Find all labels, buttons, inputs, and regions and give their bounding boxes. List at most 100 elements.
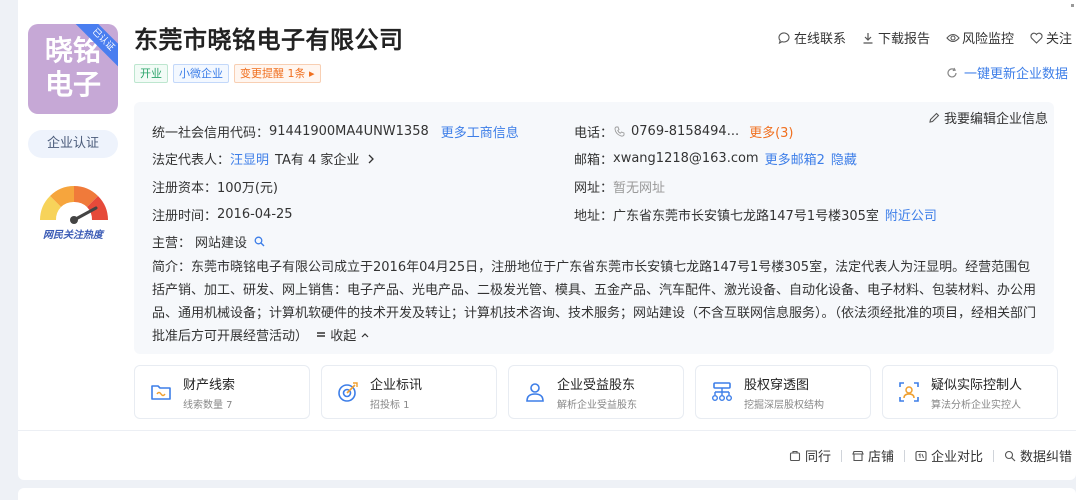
store-icon xyxy=(852,450,864,462)
website-row: 网址： 暂无网址 xyxy=(574,177,665,196)
footer-links: 同行 店铺 企业对比 数据纠错 xyxy=(789,446,1072,465)
collapse-label: 收起 xyxy=(330,329,357,344)
next-card-edge xyxy=(18,488,1076,500)
pencil-icon xyxy=(928,112,940,124)
online-contact-button[interactable]: 在线联系 xyxy=(778,28,846,47)
hide-emails-link[interactable]: 隐藏 xyxy=(831,149,857,168)
collapse-button[interactable]: 收起 xyxy=(316,329,370,344)
compare-label: 企业对比 xyxy=(930,450,983,465)
feature-title: 财产线索 xyxy=(183,378,236,393)
header-actions: 在线联系 下载报告 风险监控 关注 xyxy=(778,28,1072,47)
chevron-right-icon xyxy=(365,153,377,165)
main-business-label: 主营： xyxy=(152,236,192,251)
target-icon xyxy=(338,382,358,402)
section-divider xyxy=(18,430,1076,431)
feature-card-actual-controller[interactable]: 疑似实际控制人 算法分析企业实控人 xyxy=(882,365,1058,419)
company-name: 东莞市晓铭电子有限公司 xyxy=(134,26,404,54)
legal-rep-label: 法定代表人： xyxy=(152,153,231,168)
search-icon[interactable] xyxy=(253,236,265,248)
feature-card-bidding[interactable]: 企业标讯 招投标 1 xyxy=(321,365,497,419)
download-icon xyxy=(862,32,874,44)
feature-card-equity-chart[interactable]: 股权穿透图 挖掘深层股权结构 xyxy=(695,365,871,419)
status-tags: 开业 小微企业 变更提醒 1条 ▸ xyxy=(134,64,321,83)
feature-subtitle: 算法分析企业实控人 xyxy=(931,400,1021,411)
compare-icon xyxy=(915,450,927,462)
size-badge: 小微企业 xyxy=(173,64,229,83)
collapse-lines-icon xyxy=(316,330,326,342)
company-summary: 简介：东莞市晓铭电子有限公司成立于2016年04月25日，注册地位于广东省东莞市… xyxy=(152,256,1036,348)
heart-icon xyxy=(1030,32,1043,44)
scroll-marker xyxy=(1071,4,1074,7)
risk-monitor-button[interactable]: 风险监控 xyxy=(946,28,1014,47)
phone-icon xyxy=(613,126,625,138)
main-business-row: 主营： 网站建设 xyxy=(152,232,265,251)
status-badge: 开业 xyxy=(134,64,168,83)
address-value: 广东省东莞市长安镇七龙路147号1号楼305室 xyxy=(613,209,879,224)
email-label: 邮箱： xyxy=(574,153,614,168)
credit-code-value: 91441900MA4UNW1358 xyxy=(269,124,429,139)
heat-gauge-icon xyxy=(40,186,108,224)
chevron-up-icon xyxy=(360,330,370,342)
footer-separator xyxy=(840,449,842,462)
more-emails-link[interactable]: 更多邮箱2 xyxy=(765,149,825,168)
more-phones-link[interactable]: 更多(3) xyxy=(749,122,793,141)
feature-subtitle: 招投标 1 xyxy=(370,400,410,411)
address-label: 地址： xyxy=(574,209,614,224)
feature-subtitle: 线索数量 7 xyxy=(183,400,233,411)
risk-monitor-label: 风险监控 xyxy=(961,32,1014,47)
nearby-companies-link[interactable]: 附近公司 xyxy=(885,205,937,224)
legal-rep-link[interactable]: 汪显明 xyxy=(230,149,269,168)
correction-label: 数据纠错 xyxy=(1019,450,1072,465)
legal-rep-companies-link[interactable]: TA有 4 家企业 xyxy=(275,149,359,168)
website-value: 暂无网址 xyxy=(613,181,666,196)
eye-icon xyxy=(946,32,960,44)
feature-title: 企业受益股东 xyxy=(557,378,636,393)
change-alert-badge[interactable]: 变更提醒 1条 ▸ xyxy=(234,64,321,83)
peer-companies-link[interactable]: 同行 xyxy=(789,446,831,465)
download-report-button[interactable]: 下载报告 xyxy=(862,28,930,47)
heat-label: 网民关注热度 xyxy=(43,230,103,241)
refresh-icon xyxy=(946,67,958,79)
store-label: 店铺 xyxy=(867,450,894,465)
footer-separator xyxy=(992,449,994,462)
capital-label: 注册资本： xyxy=(152,181,218,196)
phone-label: 电话： xyxy=(574,126,614,141)
more-business-info-link[interactable]: 更多工商信息 xyxy=(441,122,519,141)
person-icon xyxy=(526,383,544,402)
controller-icon xyxy=(899,382,919,402)
compare-link[interactable]: 企业对比 xyxy=(915,446,983,465)
enterprise-cert-button[interactable]: 企业认证 xyxy=(28,130,118,158)
follow-button[interactable]: 关注 xyxy=(1030,28,1072,47)
update-data-label: 一键更新企业数据 xyxy=(963,67,1068,82)
email-value: xwang1218@163.com xyxy=(613,151,759,166)
feature-card-beneficiaries[interactable]: 企业受益股东 解析企业受益股东 xyxy=(508,365,684,419)
company-logo: 晓铭电子 已认证 xyxy=(28,24,118,114)
online-contact-label: 在线联系 xyxy=(793,32,846,47)
correction-icon xyxy=(1004,450,1016,462)
main-business-value: 网站建设 xyxy=(195,236,248,251)
edit-info-link[interactable]: 我要编辑企业信息 xyxy=(928,108,1048,127)
feature-cards: 财产线索 线索数量 7 企业标讯 招投标 1 企业受益股东 解析企业受益股东 股… xyxy=(134,365,1058,419)
stores-link[interactable]: 店铺 xyxy=(852,446,894,465)
address-row: 地址： 广东省东莞市长安镇七龙路147号1号楼305室 附近公司 xyxy=(574,205,937,224)
summary-text: 简介：东莞市晓铭电子有限公司成立于2016年04月25日，注册地位于广东省东莞市… xyxy=(152,260,1037,344)
update-data-link[interactable]: 一键更新企业数据 xyxy=(946,63,1068,82)
peer-label: 同行 xyxy=(804,450,831,465)
peer-icon xyxy=(789,450,801,462)
website-label: 网址： xyxy=(574,181,614,196)
data-correction-link[interactable]: 数据纠错 xyxy=(1004,446,1072,465)
download-report-label: 下载报告 xyxy=(877,32,930,47)
feature-title: 疑似实际控制人 xyxy=(931,378,1023,393)
org-chart-icon xyxy=(712,382,733,401)
follow-label: 关注 xyxy=(1045,32,1072,47)
credit-code-row: 统一社会信用代码： 91441900MA4UNW1358 更多工商信息 xyxy=(152,122,519,141)
capital-row: 注册资本： 100万(元) xyxy=(152,177,278,196)
basic-info-panel: 我要编辑企业信息 统一社会信用代码： 91441900MA4UNW1358 更多… xyxy=(134,102,1054,354)
reg-time-row: 注册时间： 2016-04-25 xyxy=(152,205,293,224)
folder-icon xyxy=(151,385,171,400)
footer-separator xyxy=(903,449,905,462)
email-row: 邮箱： xwang1218@163.com 更多邮箱2 隐藏 xyxy=(574,149,857,168)
feature-title: 企业标讯 xyxy=(370,378,423,393)
feature-card-property-clues[interactable]: 财产线索 线索数量 7 xyxy=(134,365,310,419)
phone-row: 电话： 0769-8158494... 更多(3) xyxy=(574,122,794,141)
